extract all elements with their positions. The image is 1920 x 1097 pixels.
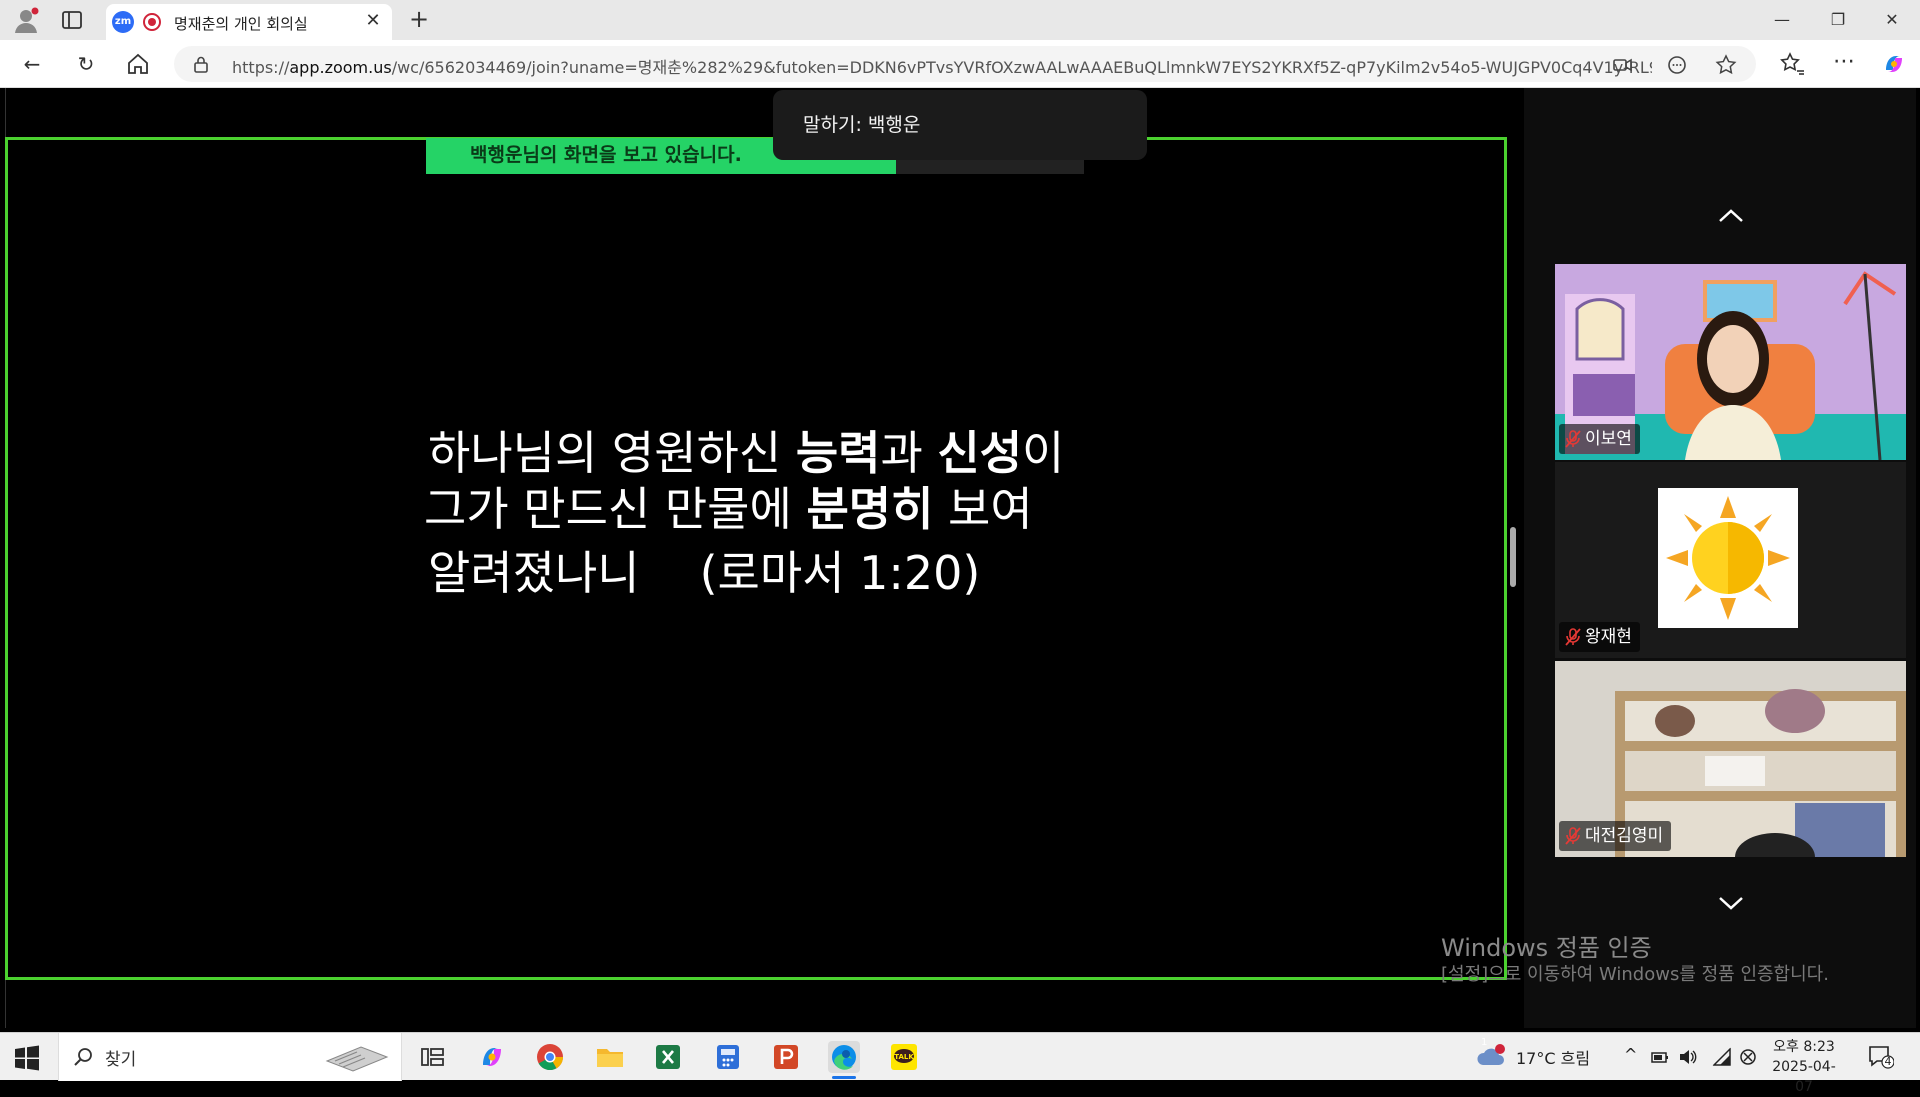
participant-name: 대전김영미: [1585, 826, 1664, 846]
new-tab-button[interactable]: +: [404, 4, 434, 34]
windows-start-icon[interactable]: [14, 1045, 40, 1071]
tab-zoom-meeting[interactable]: zm 명재춘의 개인 회의실 ✕: [106, 4, 392, 40]
minimize-icon[interactable]: —: [1766, 6, 1798, 34]
window-close-icon[interactable]: ✕: [1876, 6, 1908, 34]
muted-mic-icon: [1565, 827, 1581, 845]
muted-mic-icon: [1565, 430, 1581, 448]
settings-more-icon[interactable]: ⋯: [1830, 50, 1858, 78]
tab-close-icon[interactable]: ✕: [362, 10, 384, 32]
sun-avatar-image: [1658, 488, 1798, 628]
slide-line-2: 그가 만드신 만물에 분명히 보여: [424, 481, 1064, 537]
favorites-icon[interactable]: [1778, 50, 1806, 78]
participant-tile[interactable]: 왕재현: [1555, 462, 1906, 658]
participant-name-badge: 대전김영미: [1559, 821, 1672, 851]
slide-text-span: 이: [1022, 426, 1065, 480]
volume-icon[interactable]: [1678, 1047, 1698, 1067]
zoom-favicon-icon: zm: [112, 11, 134, 33]
restore-icon[interactable]: ❐: [1822, 6, 1854, 34]
slide-bold-span: 신성: [937, 426, 1023, 480]
url-prefix: https://: [232, 58, 290, 77]
recording-icon: [143, 13, 161, 31]
clock-time: 오후 8:23: [1773, 1039, 1835, 1055]
slide-text-span: 하나님의 영원하신: [428, 426, 796, 480]
notification-count: 4: [1884, 1055, 1892, 1068]
tab-actions-icon[interactable]: [60, 8, 84, 32]
chrome-icon[interactable]: [534, 1041, 566, 1073]
copilot-icon[interactable]: [1880, 50, 1908, 78]
camera-in-use-icon[interactable]: [1612, 54, 1634, 76]
search-placeholder: 찾기: [105, 1050, 137, 1070]
task-view-icon[interactable]: [416, 1041, 448, 1073]
windows-activation-title: Windows 정품 인증: [1441, 934, 1652, 962]
panel-resize-handle[interactable]: [1510, 527, 1516, 587]
slide-text-span: 과: [880, 426, 938, 480]
slide-bold-span: 능력: [795, 426, 881, 480]
kakaotalk-icon[interactable]: TALK: [888, 1041, 920, 1073]
search-icon: [74, 1048, 92, 1066]
participant-name: 이보연: [1585, 429, 1632, 449]
edge-icon: [832, 1045, 856, 1070]
file-explorer-icon[interactable]: [594, 1041, 626, 1073]
battery-icon[interactable]: [1650, 1047, 1670, 1067]
svg-text:TALK: TALK: [894, 1053, 914, 1061]
profile-icon[interactable]: [12, 6, 40, 34]
clock-date: 2025-04-07: [1772, 1059, 1836, 1095]
slide-line-1: 하나님의 영원하신 능력과 신성이: [428, 425, 1064, 481]
address-toolbar: ← ↻ https://app.zoom.us/wc/6562034469/jo…: [0, 40, 1920, 88]
participant-tile[interactable]: 대전김영미: [1555, 661, 1906, 857]
windows-activation-hint: [설정]으로 이동하여 Windows를 정품 인증합니다.: [1441, 964, 1829, 985]
slide-line-3: 알려졌나니 (로마서 1:20): [428, 545, 1064, 601]
network-icon[interactable]: [1712, 1047, 1732, 1067]
powerpoint-icon[interactable]: [770, 1041, 802, 1073]
favorite-star-icon[interactable]: [1715, 54, 1737, 76]
participant-tile[interactable]: 이보연: [1555, 264, 1906, 460]
calculator-app-icon[interactable]: [712, 1041, 744, 1073]
chevron-down-icon[interactable]: [1716, 892, 1746, 914]
home-icon[interactable]: [124, 50, 152, 78]
url-host: app.zoom.us: [289, 58, 392, 77]
scripture-reference: (로마서 1:20): [699, 546, 981, 600]
site-info-icon[interactable]: [192, 55, 210, 73]
slide-text-span: 보여: [933, 482, 1033, 536]
chevron-up-icon[interactable]: [1716, 205, 1746, 227]
slide-bold-span: 분명히: [806, 482, 934, 536]
slide-text-span: 알려졌나니: [428, 546, 640, 600]
participant-name-badge: 이보연: [1559, 424, 1640, 454]
url-bar[interactable]: https://app.zoom.us/wc/6562034469/join?u…: [174, 46, 1756, 82]
chevron-up-tray-icon[interactable]: ^: [1624, 1045, 1637, 1064]
windows-taskbar: 찾기 TALK 1 17°C 흐림 ^ 오후 8:23 2025-04-07 4: [0, 1032, 1920, 1095]
url-text[interactable]: https://app.zoom.us/wc/6562034469/join?u…: [232, 54, 1652, 78]
taskbar-search[interactable]: 찾기: [58, 1033, 402, 1081]
copilot-app-icon[interactable]: [476, 1041, 508, 1073]
tab-title: 명재춘의 개인 회의실: [174, 15, 308, 33]
url-path: /wc/6562034469/join?uname=명재춘%282%29&fut…: [391, 58, 1652, 77]
weather-text[interactable]: 17°C 흐림: [1516, 1045, 1590, 1069]
back-arrow-icon[interactable]: ←: [18, 50, 46, 78]
excel-icon[interactable]: [652, 1041, 684, 1073]
participant-name-badge: 왕재현: [1559, 622, 1640, 652]
participant-name: 왕재현: [1585, 627, 1632, 647]
notification-status-icon[interactable]: [1738, 1047, 1758, 1067]
slide-text-span: 그가 만드신 만물에: [424, 482, 807, 536]
browser-tab-bar: zm 명재춘의 개인 회의실 ✕ + — ❐ ✕: [0, 0, 1920, 40]
system-clock[interactable]: 오후 8:23 2025-04-07: [1764, 1037, 1844, 1097]
weather-alert-count: 1: [1481, 1037, 1488, 1048]
newspaper-icon: [325, 1046, 389, 1072]
reload-icon[interactable]: ↻: [72, 50, 100, 78]
slide-verse: 하나님의 영원하신 능력과 신성이 그가 만드신 만물에 분명히 보여 알려졌나…: [424, 425, 1064, 601]
active-speaker-toast: 말하기: 백행운: [773, 90, 1147, 160]
muted-mic-icon: [1565, 628, 1581, 646]
edge-taskbar-button[interactable]: [828, 1041, 860, 1079]
more-tools-icon[interactable]: [1666, 54, 1688, 76]
